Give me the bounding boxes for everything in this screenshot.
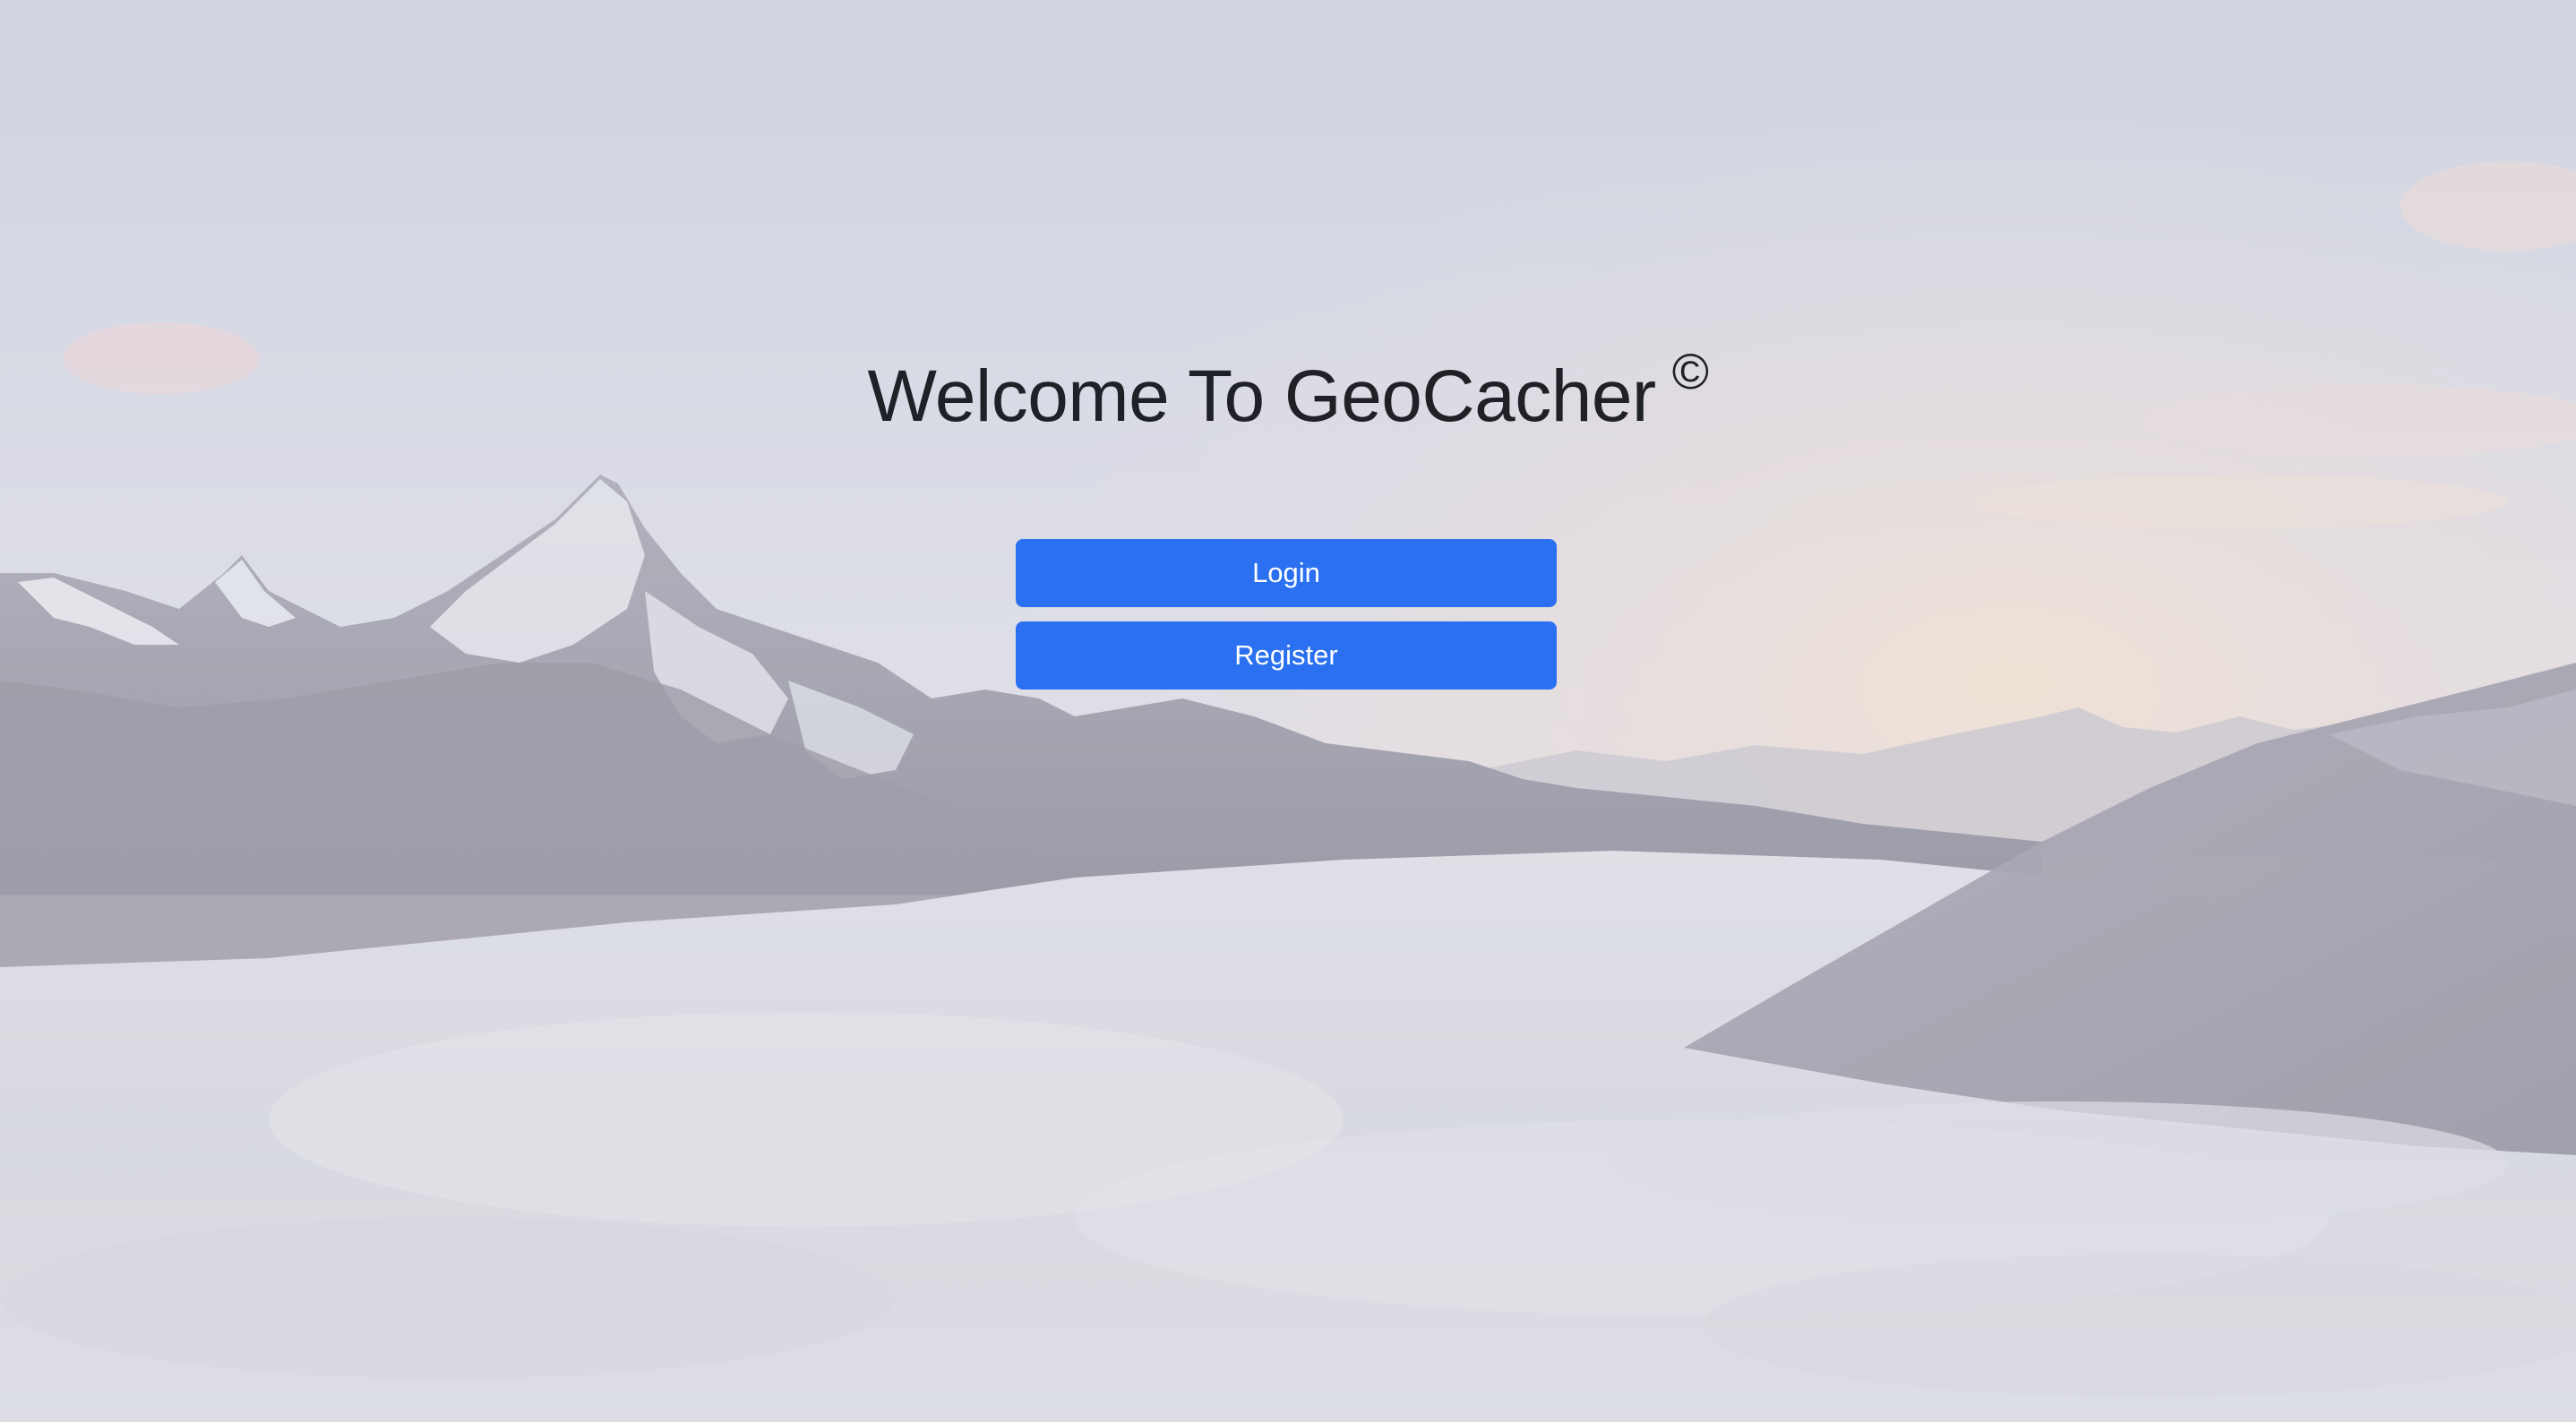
page-title-text: Welcome To GeoCacher (867, 356, 1656, 437)
copyright-mark: © (1671, 343, 1709, 399)
login-button[interactable]: Login (1016, 539, 1557, 607)
register-button[interactable]: Register (1016, 621, 1557, 690)
welcome-panel: Welcome To GeoCacher © Login Register (0, 0, 2576, 1422)
page-title: Welcome To GeoCacher © (0, 343, 2576, 453)
